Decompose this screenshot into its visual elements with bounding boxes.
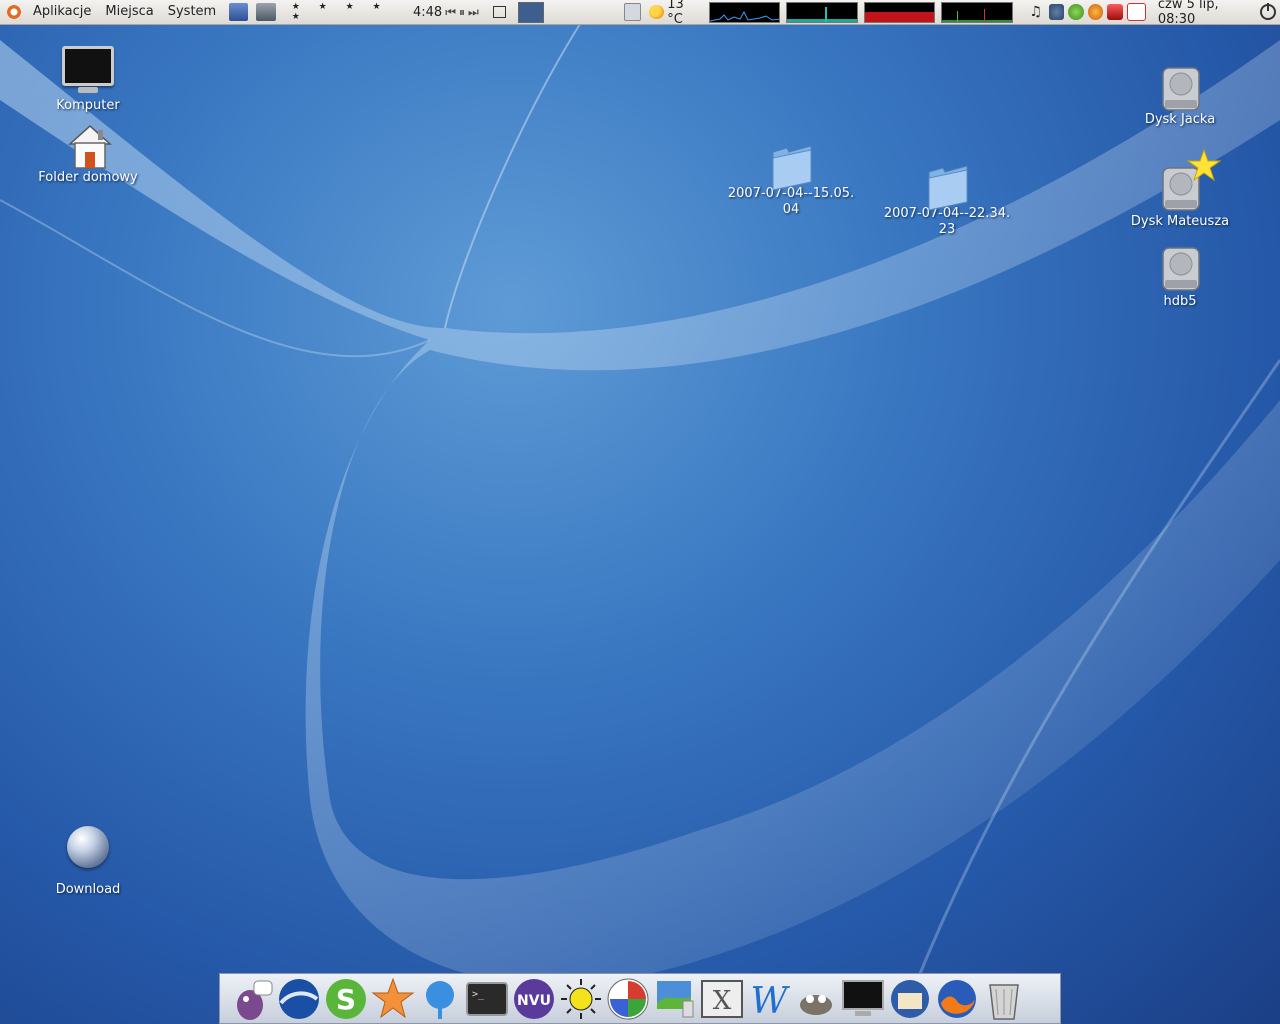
writer-icon[interactable]: W [747,977,791,1021]
ubuntu-logo-icon[interactable] [6,4,22,20]
svg-text:>_: >_ [472,989,485,1000]
main-menu: Aplikacje Miejsca System [0,0,223,24]
desktop-icon-drive-jacka[interactable]: Dysk Jacka [1130,66,1230,128]
clock[interactable]: czw 5 lip, 08:30 [1158,0,1257,27]
home-folder-icon [68,124,112,169]
tray-sun-icon[interactable] [1087,4,1104,20]
music-note-icon[interactable]: ♫ [1030,4,1045,20]
svg-text:S: S [335,983,355,1016]
nvu-icon[interactable]: NVU [512,977,556,1021]
desktop-icon-label: Komputer [56,98,120,113]
calendar-launcher-icon[interactable] [229,3,249,21]
monitor-icon[interactable] [841,977,885,1021]
picasa-icon[interactable] [606,977,650,1021]
desktop-icon-home[interactable]: Folder domowy [28,124,148,186]
menu-applications[interactable]: Aplikacje [26,0,98,24]
memory-monitor[interactable] [786,1,858,23]
cpu-monitor[interactable] [709,1,781,23]
menu-places[interactable]: Miejsca [98,0,160,24]
menu-system[interactable]: System [161,0,223,24]
folder-icon [769,144,813,191]
xchat-icon[interactable]: X [700,977,744,1021]
desktop-icon-label: Folder domowy [38,170,138,185]
weather-icon [648,5,665,19]
tray-ruby-icon[interactable] [1107,4,1123,20]
desktop-icon-label: hdb5 [1163,294,1197,309]
track-rating[interactable]: ★ ★ ★ ★ ★ [292,2,411,22]
dock: S >_ NVU X W [219,973,1061,1024]
svg-text:W: W [750,981,790,1021]
skype-icon[interactable]: S [324,977,368,1021]
trash-icon[interactable] [982,977,1026,1021]
google-earth-icon[interactable] [277,977,321,1021]
desktop-icon-label: Download [55,882,121,897]
svg-text:NVU: NVU [517,993,551,1009]
network-computers-icon[interactable] [256,3,276,21]
power-icon[interactable] [1260,3,1276,20]
player-pause-button[interactable]: ⏸ [459,5,465,20]
tray-chat-icon[interactable] [1068,4,1084,20]
star-emblem-icon [1186,148,1222,182]
wallpaper [0,23,1280,1024]
desktop-icon-label: Dysk Jacka [1144,112,1216,127]
hard-drive-icon [1159,246,1201,291]
globe-icon [67,826,109,868]
tray-swirl-icon[interactable] [1048,4,1065,20]
desktop-icon-drive-mateusza[interactable]: Dysk Mateusza [1120,148,1240,230]
desktop-icon-download[interactable]: Download [38,826,138,898]
terminal-icon[interactable]: >_ [465,977,509,1021]
disk-monitor[interactable] [941,1,1013,23]
desktop-icon-label-line2: 04 [782,202,800,217]
desktop-icon-label-line2: 23 [938,222,956,237]
hard-drive-icon [1159,66,1201,111]
sun-smiley-icon[interactable] [559,977,603,1021]
desktop-icon-hdb5[interactable]: hdb5 [1130,246,1230,310]
screenshot-icon[interactable] [653,977,697,1021]
firefox-icon[interactable] [935,977,979,1021]
weather-applet[interactable]: 13 °C [648,0,702,27]
desktop-icon-folder-1[interactable]: 2007-07-04--15.05. 04 [720,144,862,218]
network-monitor[interactable] [863,1,936,23]
gmail-icon[interactable] [1126,3,1146,21]
desktop-icon-folder-2[interactable]: 2007-07-04--22.34. 23 [876,164,1018,238]
workspace-switcher[interactable] [518,1,544,23]
player-time: 4:48 [412,4,443,20]
desktop-icon-label: Dysk Mateusza [1130,214,1230,229]
desktop-icon-computer[interactable]: Komputer [38,46,138,114]
thunderbird-icon[interactable] [888,977,932,1021]
player-next-button[interactable]: ⏭ [468,5,479,20]
folder-icon [925,164,969,211]
network-icon[interactable] [418,977,462,1021]
top-panel: Aplikacje Miejsca System ★ ★ ★ ★ ★ 4:48 … [0,0,1280,27]
gimp-icon[interactable] [794,977,838,1021]
star-icon[interactable] [371,977,415,1021]
computer-icon [62,46,114,93]
player-prev-button[interactable]: ⏮ [445,5,456,20]
weather-temperature: 13 °C [667,0,684,27]
show-desktop-icon[interactable] [492,6,507,18]
pidgin-icon[interactable] [230,977,274,1021]
update-notifier-icon[interactable] [623,3,641,21]
svg-text:X: X [712,986,731,1016]
